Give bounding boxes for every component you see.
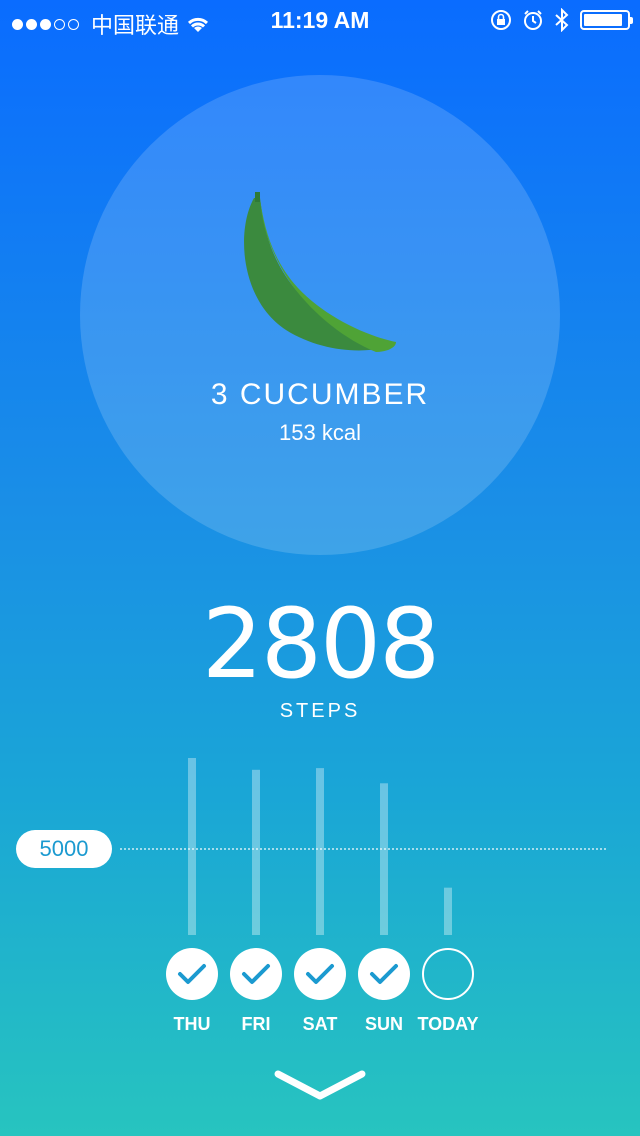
checkmark-icon xyxy=(242,964,270,984)
checkmark-icon xyxy=(178,964,206,984)
alarm-icon xyxy=(524,10,542,30)
bar-thu xyxy=(188,758,196,935)
checkmark-icon xyxy=(370,964,398,984)
day-check-sun[interactable] xyxy=(358,948,410,1000)
steps-count: 2808 xyxy=(201,588,440,700)
rotation-lock-icon xyxy=(491,10,511,30)
battery-icon xyxy=(580,10,633,30)
bar-sat xyxy=(316,768,324,935)
chevron-down-icon[interactable] xyxy=(272,1066,368,1106)
steps-label: STEPS xyxy=(279,700,361,722)
cucumber-icon xyxy=(244,192,396,352)
day-label-today: TODAY xyxy=(417,1014,479,1034)
battery-fill xyxy=(584,14,622,26)
status-right xyxy=(490,8,633,32)
bar-fri xyxy=(252,769,260,935)
food-calories: 153 kcal xyxy=(279,420,361,445)
checkmark-icon xyxy=(306,964,334,984)
bar-today xyxy=(444,887,452,935)
goal-badge[interactable]: 5000 xyxy=(16,830,112,868)
status-bar: 中国联通 11:19 AM xyxy=(0,0,640,40)
day-check-thu[interactable] xyxy=(166,948,218,1000)
goal-line xyxy=(120,848,606,850)
food-name: 3 CUCUMBER xyxy=(210,378,430,411)
day-check-sat[interactable] xyxy=(294,948,346,1000)
bar-sun xyxy=(380,783,388,935)
bluetooth-icon xyxy=(555,8,569,32)
day-check-fri[interactable] xyxy=(230,948,282,1000)
day-check-today[interactable] xyxy=(422,948,474,1000)
